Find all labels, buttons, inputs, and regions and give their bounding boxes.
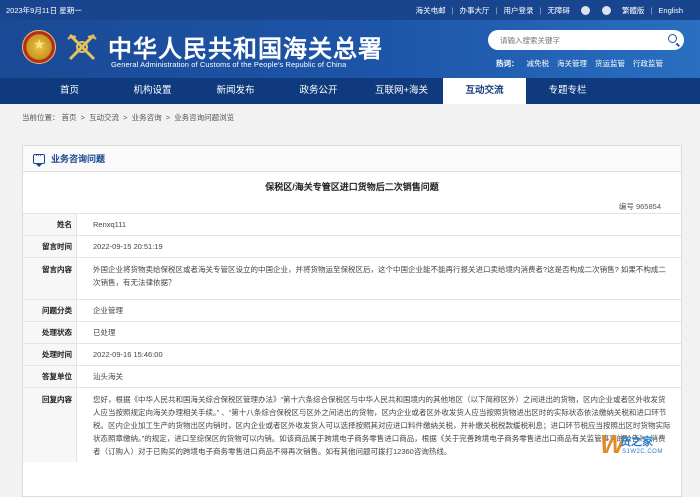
field-row-message-time: 留言时间 2022-09-15 20:51:19	[23, 235, 681, 257]
question-number: 编号 965854	[23, 201, 681, 213]
hot-words-label: 热词：	[496, 59, 519, 68]
site-subtitle: General Administration of Customs of the…	[111, 60, 347, 69]
breadcrumb: 当前位置： 首页 > 互动交流 > 业务咨询 > 业务咨询问题浏览	[22, 112, 236, 123]
nav-item-news[interactable]: 新闻发布	[194, 78, 277, 104]
site-header: 中华人民共和国海关总署 General Administration of Cu…	[0, 20, 700, 78]
breadcrumb-separator: >	[78, 113, 88, 122]
main-nav: 首页 机构设置 新闻发布 政务公开 互联网+海关 互动交流 专题专栏	[0, 78, 700, 104]
divider: |	[495, 5, 498, 15]
watermark-sub: S1W2C.COM	[622, 449, 663, 455]
chat-bubble-icon	[33, 151, 45, 167]
field-row-status: 处理状态 已处理	[23, 321, 681, 343]
panel-title: 业务咨询问题	[51, 154, 106, 164]
field-row-message-content: 留言内容 外国企业将货物卖给保税区或者海关专管区设立的中国企业，并将货物运至保税…	[23, 257, 681, 299]
field-value: 外国企业将货物卖给保税区或者海关专管区设立的中国企业，并将货物运至保税区后，这个…	[93, 265, 666, 287]
consultation-panel: 业务咨询问题 保税区/海关专管区进口货物后二次销售问题 编号 965854 姓名…	[22, 145, 682, 497]
field-row-process-time: 处理时间 2022-09-16 15:46:00	[23, 343, 681, 365]
breadcrumb-separator: >	[163, 113, 173, 122]
field-value: 汕头海关	[93, 372, 123, 381]
link-customs-email[interactable]: 海关电邮	[411, 5, 451, 16]
nav-item-home[interactable]: 首页	[28, 78, 111, 104]
nav-item-internet-customs[interactable]: 互联网+海关	[360, 78, 443, 104]
breadcrumb-item-interaction[interactable]: 互动交流	[89, 113, 119, 122]
top-utility-bar: 2023年9月11日 星期一 海关电邮 | 办事大厅 | 用户登录 | 无障碍 …	[0, 0, 700, 20]
weibo-icon[interactable]	[580, 5, 590, 15]
field-value: 您好，根据《中华人民共和国海关综合保税区管理办法》“第十六条综合保税区与中华人民…	[93, 395, 671, 456]
field-value: 企业管理	[93, 306, 123, 315]
breadcrumb-item-consultation[interactable]: 业务咨询	[132, 113, 162, 122]
field-label: 答复单位	[23, 366, 77, 387]
watermark-logo: W 货之家 S1W2C.COM	[600, 423, 696, 469]
field-label: 留言时间	[23, 236, 77, 257]
link-traditional-chinese[interactable]: 繁體版	[617, 5, 650, 16]
status-value: 已处理	[93, 328, 116, 337]
link-accessibility[interactable]: 无障碍	[542, 5, 575, 16]
field-row-name: 姓名 Renxq111	[23, 213, 681, 235]
hot-word-link[interactable]: 海关管理	[557, 58, 587, 69]
field-label: 处理状态	[23, 322, 77, 343]
divider: |	[650, 5, 653, 15]
question-number-value: 965854	[635, 202, 661, 211]
search-icon[interactable]	[668, 34, 677, 43]
utility-links: 海关电邮 | 办事大厅 | 用户登录 | 无障碍 繁體版 | English	[411, 5, 688, 16]
field-value: 2022-09-15 20:51:19	[93, 242, 163, 251]
hot-words: 热词： 减免税 海关管理 货运监管 行政监管	[496, 58, 663, 69]
search-box	[488, 30, 684, 50]
field-label: 回复内容	[23, 388, 77, 462]
field-row-reply-unit: 答复单位 汕头海关	[23, 365, 681, 387]
field-value: 2022-09-16 15:46:00	[93, 350, 163, 359]
national-emblem-icon	[22, 30, 56, 64]
nav-item-special-topics[interactable]: 专题专栏	[526, 78, 609, 104]
hot-word-link[interactable]: 货运监管	[595, 58, 625, 69]
field-label: 问题分类	[23, 300, 77, 321]
nav-item-public-affairs[interactable]: 政务公开	[277, 78, 360, 104]
breadcrumb-label: 当前位置：	[22, 113, 60, 122]
nav-item-organization[interactable]: 机构设置	[111, 78, 194, 104]
divider: |	[451, 5, 454, 15]
search-input[interactable]	[488, 30, 658, 50]
question-number-label: 编号	[618, 202, 634, 211]
link-service-hall[interactable]: 办事大厅	[455, 5, 495, 16]
hot-word-link[interactable]: 减免税	[527, 58, 550, 69]
question-title: 保税区/海关专管区进口货物后二次销售问题	[265, 182, 439, 192]
field-value: Renxq111	[93, 220, 127, 229]
watermark-text: 货之家	[620, 436, 653, 448]
field-label: 姓名	[23, 214, 77, 235]
breadcrumb-separator: >	[121, 113, 130, 122]
breadcrumb-item-current: 业务咨询问题浏览	[174, 113, 235, 122]
wechat-icon[interactable]	[601, 5, 611, 15]
current-date: 2023年9月11日 星期一	[6, 5, 82, 15]
hot-word-link[interactable]: 行政监管	[633, 58, 663, 69]
field-row-category: 问题分类 企业管理	[23, 299, 681, 321]
site-title: 中华人民共和国海关总署	[108, 34, 383, 63]
customs-emblem-icon	[67, 33, 97, 61]
nav-item-interaction[interactable]: 互动交流	[443, 78, 526, 104]
link-english[interactable]: English	[653, 6, 688, 15]
field-row-reply-content: 回复内容 您好，根据《中华人民共和国海关综合保税区管理办法》“第十六条综合保税区…	[23, 387, 681, 462]
link-user-login[interactable]: 用户登录	[498, 5, 538, 16]
panel-header: 业务咨询问题	[23, 146, 681, 172]
divider: |	[539, 5, 542, 15]
field-label: 处理时间	[23, 344, 77, 365]
field-label: 留言内容	[23, 258, 77, 299]
breadcrumb-item-home[interactable]: 首页	[62, 113, 77, 122]
